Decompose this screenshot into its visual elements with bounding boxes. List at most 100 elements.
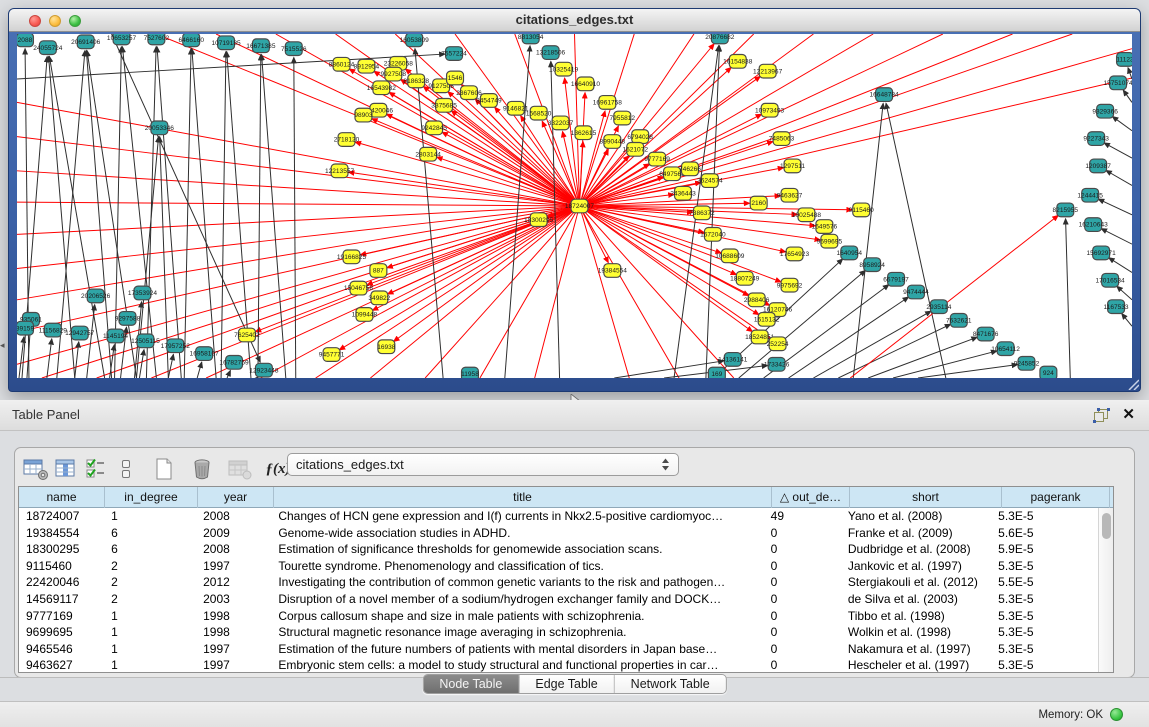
graph-node[interactable]: 1672040 <box>700 228 726 242</box>
graph-node[interactable]: 8958924 <box>859 258 885 272</box>
graph-node[interactable]: 17654923 <box>780 247 810 261</box>
network-window-titlebar[interactable]: citations_edges.txt <box>9 9 1140 32</box>
table-vertical-scrollbar[interactable] <box>1098 508 1113 672</box>
graph-node[interactable]: 7625402 <box>234 328 260 342</box>
graph-node[interactable]: 9329366 <box>1092 104 1118 118</box>
table-selector-combo[interactable]: citations_edges.txt <box>287 453 679 476</box>
graph-node[interactable]: 13218506 <box>536 46 566 60</box>
graph-node[interactable]: 98903 <box>354 108 373 122</box>
graph-node[interactable]: 20691406 <box>71 35 101 49</box>
table-row[interactable]: 946554611997Estimation of the future num… <box>19 641 1098 658</box>
graph-node[interactable]: 14136141 <box>718 353 748 367</box>
graph-node[interactable]: 1297511 <box>780 159 805 173</box>
graph-node[interactable]: 16640910 <box>571 77 601 91</box>
delete-table-icon[interactable] <box>187 455 217 483</box>
table-row[interactable]: 1938455462009Genome-wide association stu… <box>19 525 1098 542</box>
graph-node[interactable]: 9463627 <box>777 188 803 202</box>
graph-node[interactable]: 7527602 <box>144 34 170 45</box>
graph-node[interactable]: 16053809 <box>400 34 430 47</box>
graph-node[interactable]: 7557224 <box>441 47 467 61</box>
graph-node[interactable]: 12923448 <box>249 363 279 377</box>
table-settings-icon[interactable] <box>21 455 51 483</box>
graph-node[interactable]: 20053346 <box>145 121 175 135</box>
graph-node[interactable]: 10025488 <box>792 208 822 222</box>
table-row[interactable]: 977716911998Corpus callosum shape and si… <box>19 608 1098 625</box>
tab-network-table[interactable]: Network Table <box>615 675 726 693</box>
graph-node[interactable]: 16154838 <box>723 55 753 69</box>
graph-node[interactable]: 12505115 <box>131 334 160 348</box>
graph-node[interactable]: 8912954 <box>354 59 380 73</box>
table-row[interactable]: 946362711997Embryonic stem cells: a mode… <box>19 657 1098 672</box>
graph-node[interactable]: 20876682 <box>705 34 735 44</box>
column-header-out_degree[interactable]: △ out_de… <box>772 487 850 508</box>
import-table-icon[interactable] <box>225 455 255 483</box>
graph-node[interactable]: 17957252 <box>161 339 191 353</box>
graph-node[interactable]: 252254 <box>767 337 789 351</box>
graph-node[interactable]: 39159 <box>17 321 34 335</box>
graph-node[interactable]: 15751074 <box>1103 76 1132 90</box>
column-header-name[interactable]: name <box>19 487 105 508</box>
graph-node[interactable]: 9245852 <box>1014 357 1040 371</box>
graph-node[interactable]: 19384554 <box>598 264 628 278</box>
graph-node[interactable]: 7515526 <box>281 42 307 56</box>
graph-node[interactable]: 9975692 <box>777 278 803 292</box>
graph-node[interactable]: 2088 <box>17 34 33 47</box>
graph-node[interactable]: 16961758 <box>593 96 623 110</box>
graph-node[interactable]: 9777169 <box>644 152 670 166</box>
table-row[interactable]: 1872400712008Changes of HCN gene express… <box>19 508 1098 525</box>
graph-node[interactable]: 1362615 <box>571 126 597 140</box>
table-row[interactable]: 911546021997Tourette syndrome. Phenomeno… <box>19 558 1098 575</box>
column-header-short[interactable]: short <box>850 487 1002 508</box>
graph-node[interactable]: 1167533 <box>1104 300 1129 314</box>
graph-node[interactable]: 8813054 <box>518 34 544 44</box>
tab-node-table[interactable]: Node Table <box>423 675 519 693</box>
graph-node[interactable]: 1546 <box>447 71 464 85</box>
row-options-icon[interactable] <box>111 455 141 483</box>
graph-node[interactable]: 1621072 <box>622 142 648 156</box>
graph-node[interactable]: 10688609 <box>715 249 745 263</box>
graph-node[interactable]: 9297588 <box>115 312 141 326</box>
graph-node[interactable]: 10654112 <box>991 342 1020 356</box>
column-header-title[interactable]: title <box>274 487 772 508</box>
graph-node[interactable]: 15692971 <box>1087 246 1117 260</box>
graph-node[interactable]: 20206526 <box>81 289 111 303</box>
close-panel-icon[interactable]: ✕ <box>1122 406 1135 424</box>
float-panel-icon[interactable] <box>1093 408 1110 423</box>
graph-node[interactable]: 10653257 <box>107 34 137 45</box>
create-table-icon[interactable] <box>149 455 179 483</box>
graph-node[interactable]: 9457771 <box>319 348 345 362</box>
scrollbar-thumb[interactable] <box>1102 513 1111 539</box>
graph-node[interactable]: 17016534 <box>1096 273 1126 287</box>
graph-node[interactable]: 10719185 <box>211 36 241 50</box>
graph-node[interactable]: 1568520 <box>526 106 552 120</box>
select-columns-icon[interactable] <box>81 455 111 483</box>
graph-node[interactable]: 3375685 <box>431 99 457 113</box>
graph-node[interactable]: 1649576 <box>812 220 838 234</box>
graph-node[interactable]: 8471676 <box>973 327 999 341</box>
graph-node[interactable]: 9699695 <box>817 234 843 248</box>
graph-node[interactable]: 11123 <box>1116 53 1132 67</box>
column-header-year[interactable]: year <box>198 487 274 508</box>
graph-node[interactable]: 12942757 <box>65 326 95 340</box>
table-row[interactable]: 969969511998Structural magnetic resonanc… <box>19 624 1098 641</box>
graph-node[interactable]: 24055724 <box>33 41 63 55</box>
graph-node[interactable]: 19166825 <box>337 250 367 264</box>
graph-node[interactable]: 3322037 <box>548 116 574 130</box>
graph-node[interactable]: 11156829 <box>39 323 68 337</box>
graph-node[interactable]: 746266 <box>679 162 701 176</box>
graph-node[interactable]: 1640954 <box>836 246 862 260</box>
graph-node[interactable]: 8186328 <box>403 74 429 88</box>
collapse-west-panel-icon[interactable]: ◂ <box>0 340 5 351</box>
column-header-pagerank[interactable]: pagerank <box>1002 487 1110 508</box>
graph-node[interactable]: 9474444 <box>903 285 929 299</box>
table-row[interactable]: 2242004622012Investigating the contribut… <box>19 574 1098 591</box>
graph-node[interactable]: 12213967 <box>753 64 783 78</box>
show-columns-icon[interactable] <box>51 455 81 483</box>
tab-edge-table[interactable]: Edge Table <box>519 675 614 693</box>
window-resize-grip[interactable] <box>1126 377 1139 390</box>
graph-node[interactable]: 8215955 <box>1053 203 1079 217</box>
graph-node[interactable]: 349822 <box>368 291 390 305</box>
graph-node[interactable]: 11958 <box>461 367 479 378</box>
memory-ok-indicator[interactable] <box>1110 708 1123 721</box>
graph-node[interactable]: 7485063 <box>769 132 795 146</box>
